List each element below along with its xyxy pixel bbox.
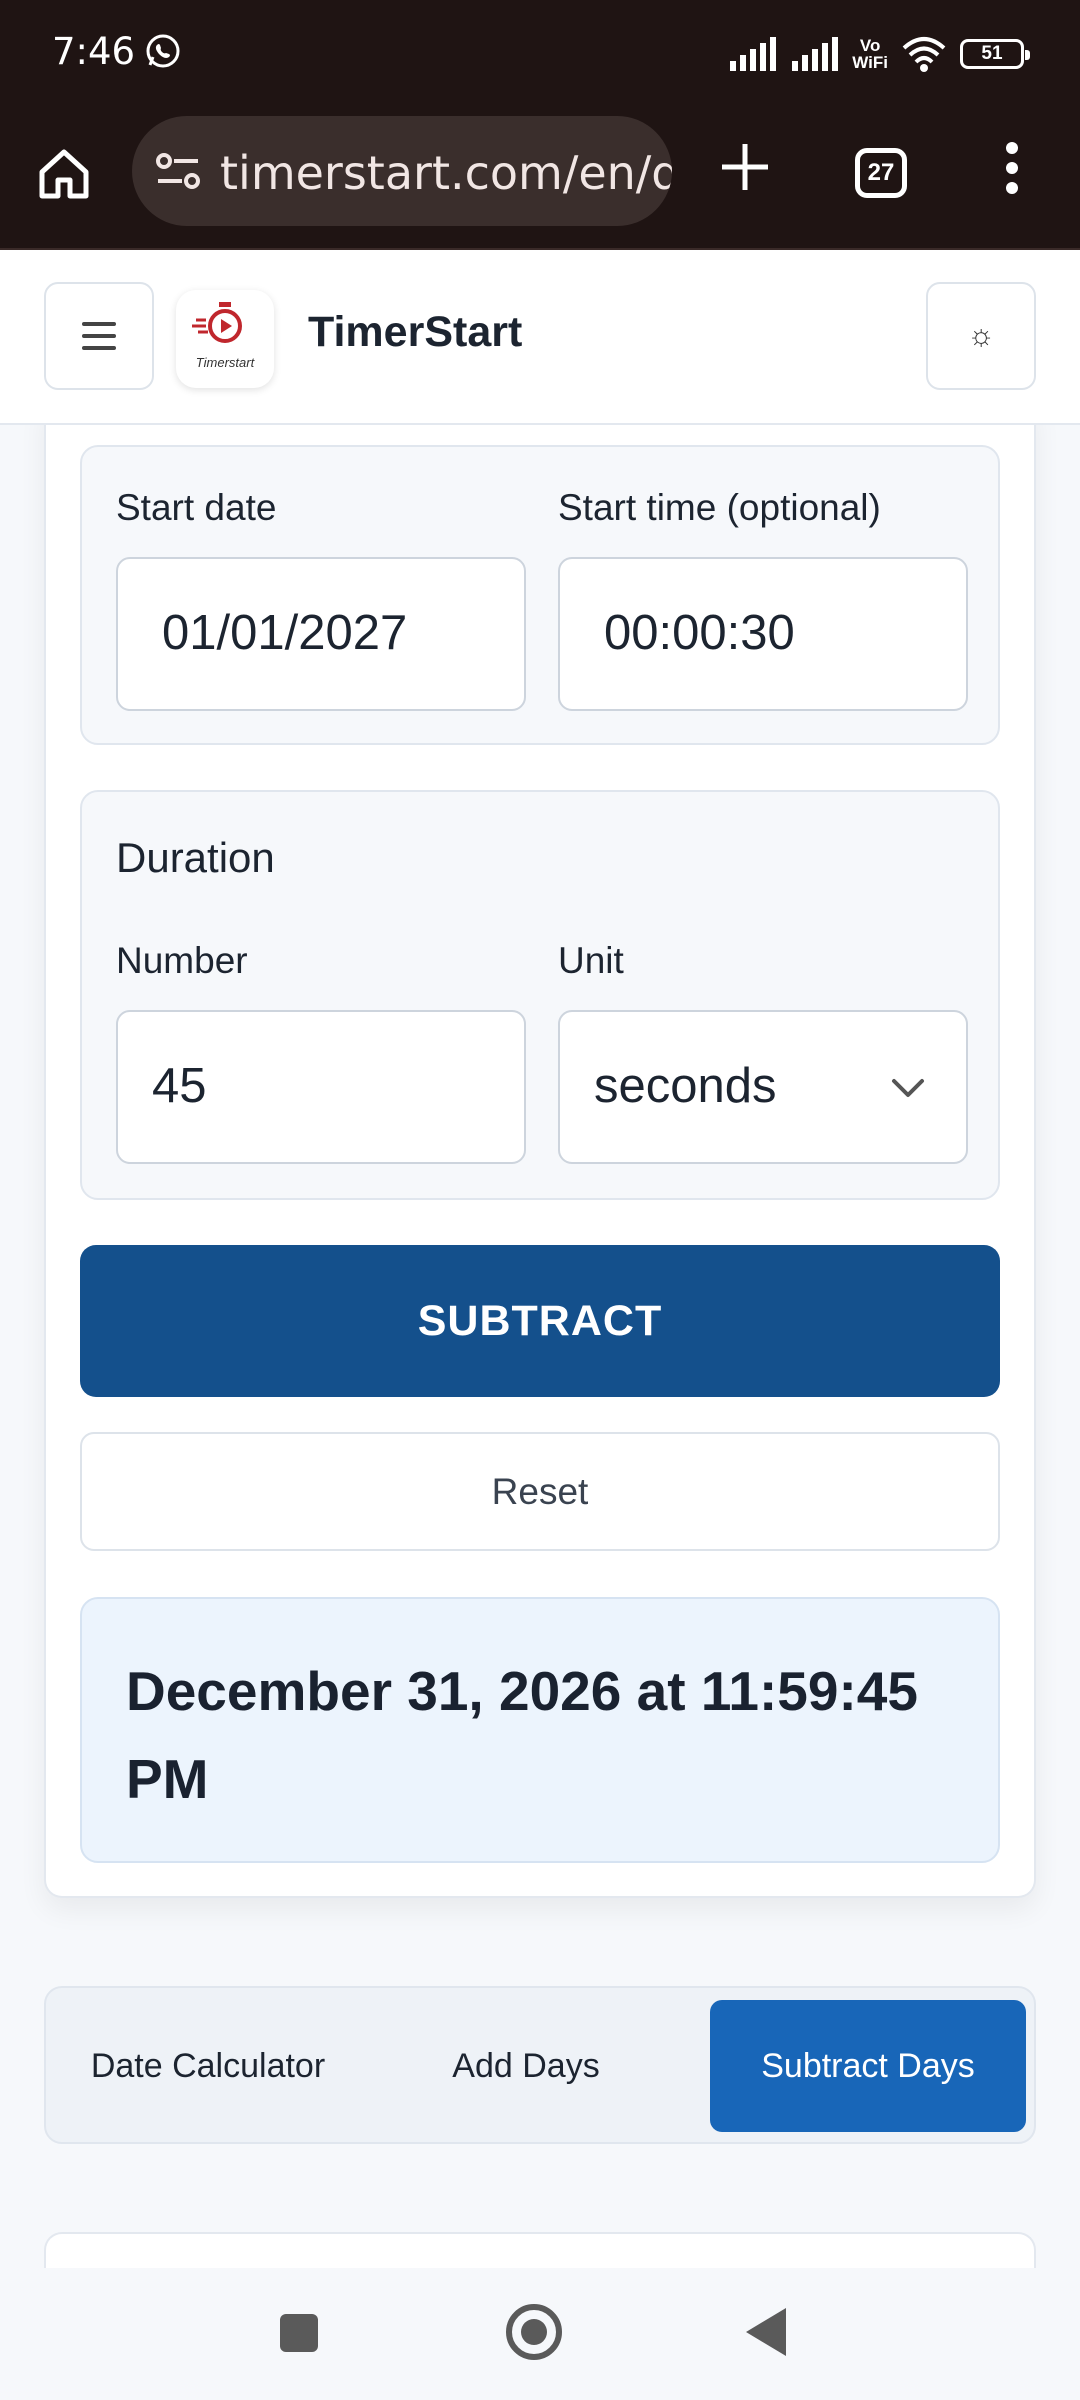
hamburger-line: [82, 322, 116, 326]
stopwatch-logo-icon: [192, 302, 242, 343]
unit-label: Unit: [558, 940, 624, 981]
logo-text: Timerstart: [195, 355, 255, 370]
url-text: timerstart.com/en/d: [220, 146, 672, 200]
home-icon[interactable]: [34, 144, 94, 204]
site-settings-icon[interactable]: [154, 150, 202, 192]
menu-dot: [1006, 162, 1018, 174]
hamburger-line: [82, 334, 116, 338]
start-date-value: 01/01/2027: [162, 606, 408, 660]
signal-icon: [730, 37, 777, 71]
number-input[interactable]: 45: [116, 1010, 526, 1164]
menu-dot: [1006, 142, 1018, 154]
recents-icon[interactable]: [280, 2314, 318, 2352]
start-time-input[interactable]: 00:00:30: [558, 557, 968, 711]
number-value: 45: [152, 1059, 207, 1113]
tab-date-calculator[interactable]: Date Calculator: [58, 2000, 358, 2132]
back-icon[interactable]: [746, 2308, 786, 2356]
status-bar: 7:46 Vo WiFi 51: [0, 0, 1080, 108]
signal-icon-2: [792, 37, 839, 71]
logo[interactable]: Timerstart: [176, 290, 274, 388]
calculator-tabs: Date Calculator Add Days Subtract Days: [44, 1986, 1036, 2144]
battery-icon: 51: [960, 39, 1030, 69]
wifi-icon: [902, 37, 946, 72]
hamburger-line: [82, 346, 116, 350]
system-nav-bar: [0, 2268, 1080, 2400]
chevron-down-icon: [892, 1079, 924, 1097]
duration-title: Duration: [116, 834, 275, 881]
browser-menu-icon[interactable]: [992, 138, 1032, 198]
menu-dot: [1006, 182, 1018, 194]
start-date-input[interactable]: 01/01/2027: [116, 557, 526, 711]
subtract-button[interactable]: SUBTRACT: [80, 1245, 1000, 1397]
hamburger-menu-icon[interactable]: [44, 282, 154, 390]
whatsapp-icon: [146, 34, 180, 68]
result-text: December 31, 2026 at 11:59:45 PM: [126, 1660, 918, 1810]
address-bar[interactable]: timerstart.com/en/d: [132, 116, 672, 226]
vowifi-icon: Vo WiFi: [852, 37, 888, 71]
vowifi-bottom: WiFi: [852, 53, 888, 72]
reset-button[interactable]: Reset: [80, 1432, 1000, 1551]
start-panel: Start date Start time (optional) 01/01/2…: [80, 445, 1000, 745]
start-time-label: Start time (optional): [558, 487, 881, 528]
start-date-label: Start date: [116, 487, 277, 528]
vowifi-top: Vo: [859, 36, 881, 55]
start-time-value: 00:00:30: [604, 606, 795, 660]
status-icons: Vo WiFi 51: [728, 26, 1030, 82]
unit-value: seconds: [594, 1059, 777, 1113]
number-label: Number: [116, 940, 248, 981]
duration-panel: Duration Number Unit 45 seconds: [80, 790, 1000, 1200]
unit-select[interactable]: seconds: [558, 1010, 968, 1164]
status-time: 7:46: [52, 30, 136, 73]
home-circle-icon[interactable]: [506, 2304, 562, 2360]
site-header: Timerstart TimerStart ☼: [0, 250, 1080, 425]
tab-subtract-days[interactable]: Subtract Days: [710, 2000, 1026, 2132]
site-title[interactable]: TimerStart: [308, 308, 522, 357]
browser-toolbar: timerstart.com/en/d 27: [0, 108, 1080, 250]
tab-switcher-button[interactable]: 27: [855, 148, 907, 198]
tab-add-days[interactable]: Add Days: [376, 2000, 676, 2132]
result-box: December 31, 2026 at 11:59:45 PM: [80, 1597, 1000, 1863]
theme-toggle-button[interactable]: ☼: [926, 282, 1036, 390]
new-tab-icon[interactable]: [716, 138, 774, 196]
